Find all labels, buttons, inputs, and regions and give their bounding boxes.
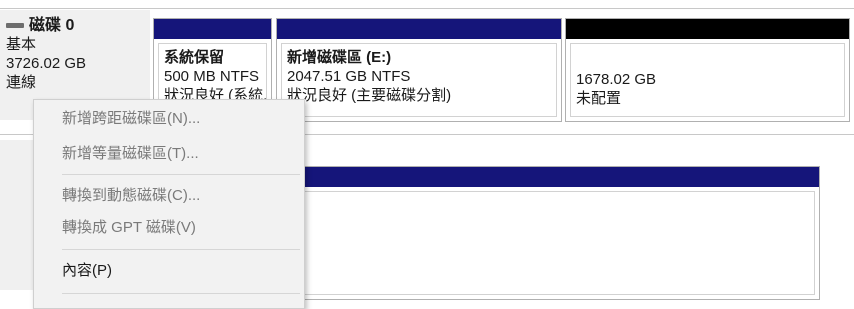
disk-drive-icon (6, 23, 24, 28)
partition-new-volume-e[interactable]: 新增磁碟區 (E:) 2047.51 GB NTFS 狀況良好 (主要磁碟分割) (276, 18, 562, 122)
disk-title: 磁碟 0 (6, 16, 150, 35)
menu-item-new-striped-volume[interactable]: 新增等量磁碟區(T)... (34, 138, 304, 170)
menu-item-convert-to-dynamic[interactable]: 轉換到動態磁碟(C)... (34, 180, 304, 212)
partition-title: 新增磁碟區 (E:) (287, 49, 392, 66)
partition-bar (566, 19, 849, 39)
disk-size: 3726.02 GB (6, 55, 87, 72)
disk-status: 連線 (6, 74, 37, 91)
partition-bar (154, 19, 271, 39)
menu-item-properties[interactable]: 內容(P) (34, 255, 304, 287)
disk-context-menu: 新增跨距磁碟區(N)... 新增等量磁碟區(T)... 轉換到動態磁碟(C)..… (33, 99, 305, 309)
partition-body: 1678.02 GB 未配置 (570, 43, 845, 117)
partition-status: 狀況良好 (主要磁碟分割) (287, 87, 452, 104)
partition-size: 500 MB NTFS (164, 68, 260, 85)
disk-name: 磁碟 0 (29, 17, 75, 34)
partition-unallocated[interactable]: 1678.02 GB 未配置 (565, 18, 850, 122)
partition-size: 2047.51 GB NTFS (287, 68, 411, 85)
menu-item-convert-to-gpt[interactable]: 轉換成 GPT 磁碟(V) (34, 212, 304, 244)
partition-size: 1678.02 GB (576, 71, 657, 88)
partition-status: 未配置 (576, 90, 622, 107)
menu-item-new-spanned-volume[interactable]: 新增跨距磁碟區(N)... (34, 103, 304, 135)
disk-management-view: 磁碟 0 基本 3726.02 GB 連線 系統保留 500 MB NTFS 狀… (0, 0, 854, 309)
row-divider-top (0, 8, 854, 9)
disk-type: 基本 (6, 36, 37, 53)
menu-separator (62, 293, 300, 294)
partition-title: 系統保留 (164, 49, 225, 66)
partition-body: 新增磁碟區 (E:) 2047.51 GB NTFS 狀況良好 (主要磁碟分割) (281, 43, 557, 117)
partition-bar (277, 19, 561, 39)
menu-separator (62, 249, 300, 250)
menu-separator (62, 174, 300, 175)
